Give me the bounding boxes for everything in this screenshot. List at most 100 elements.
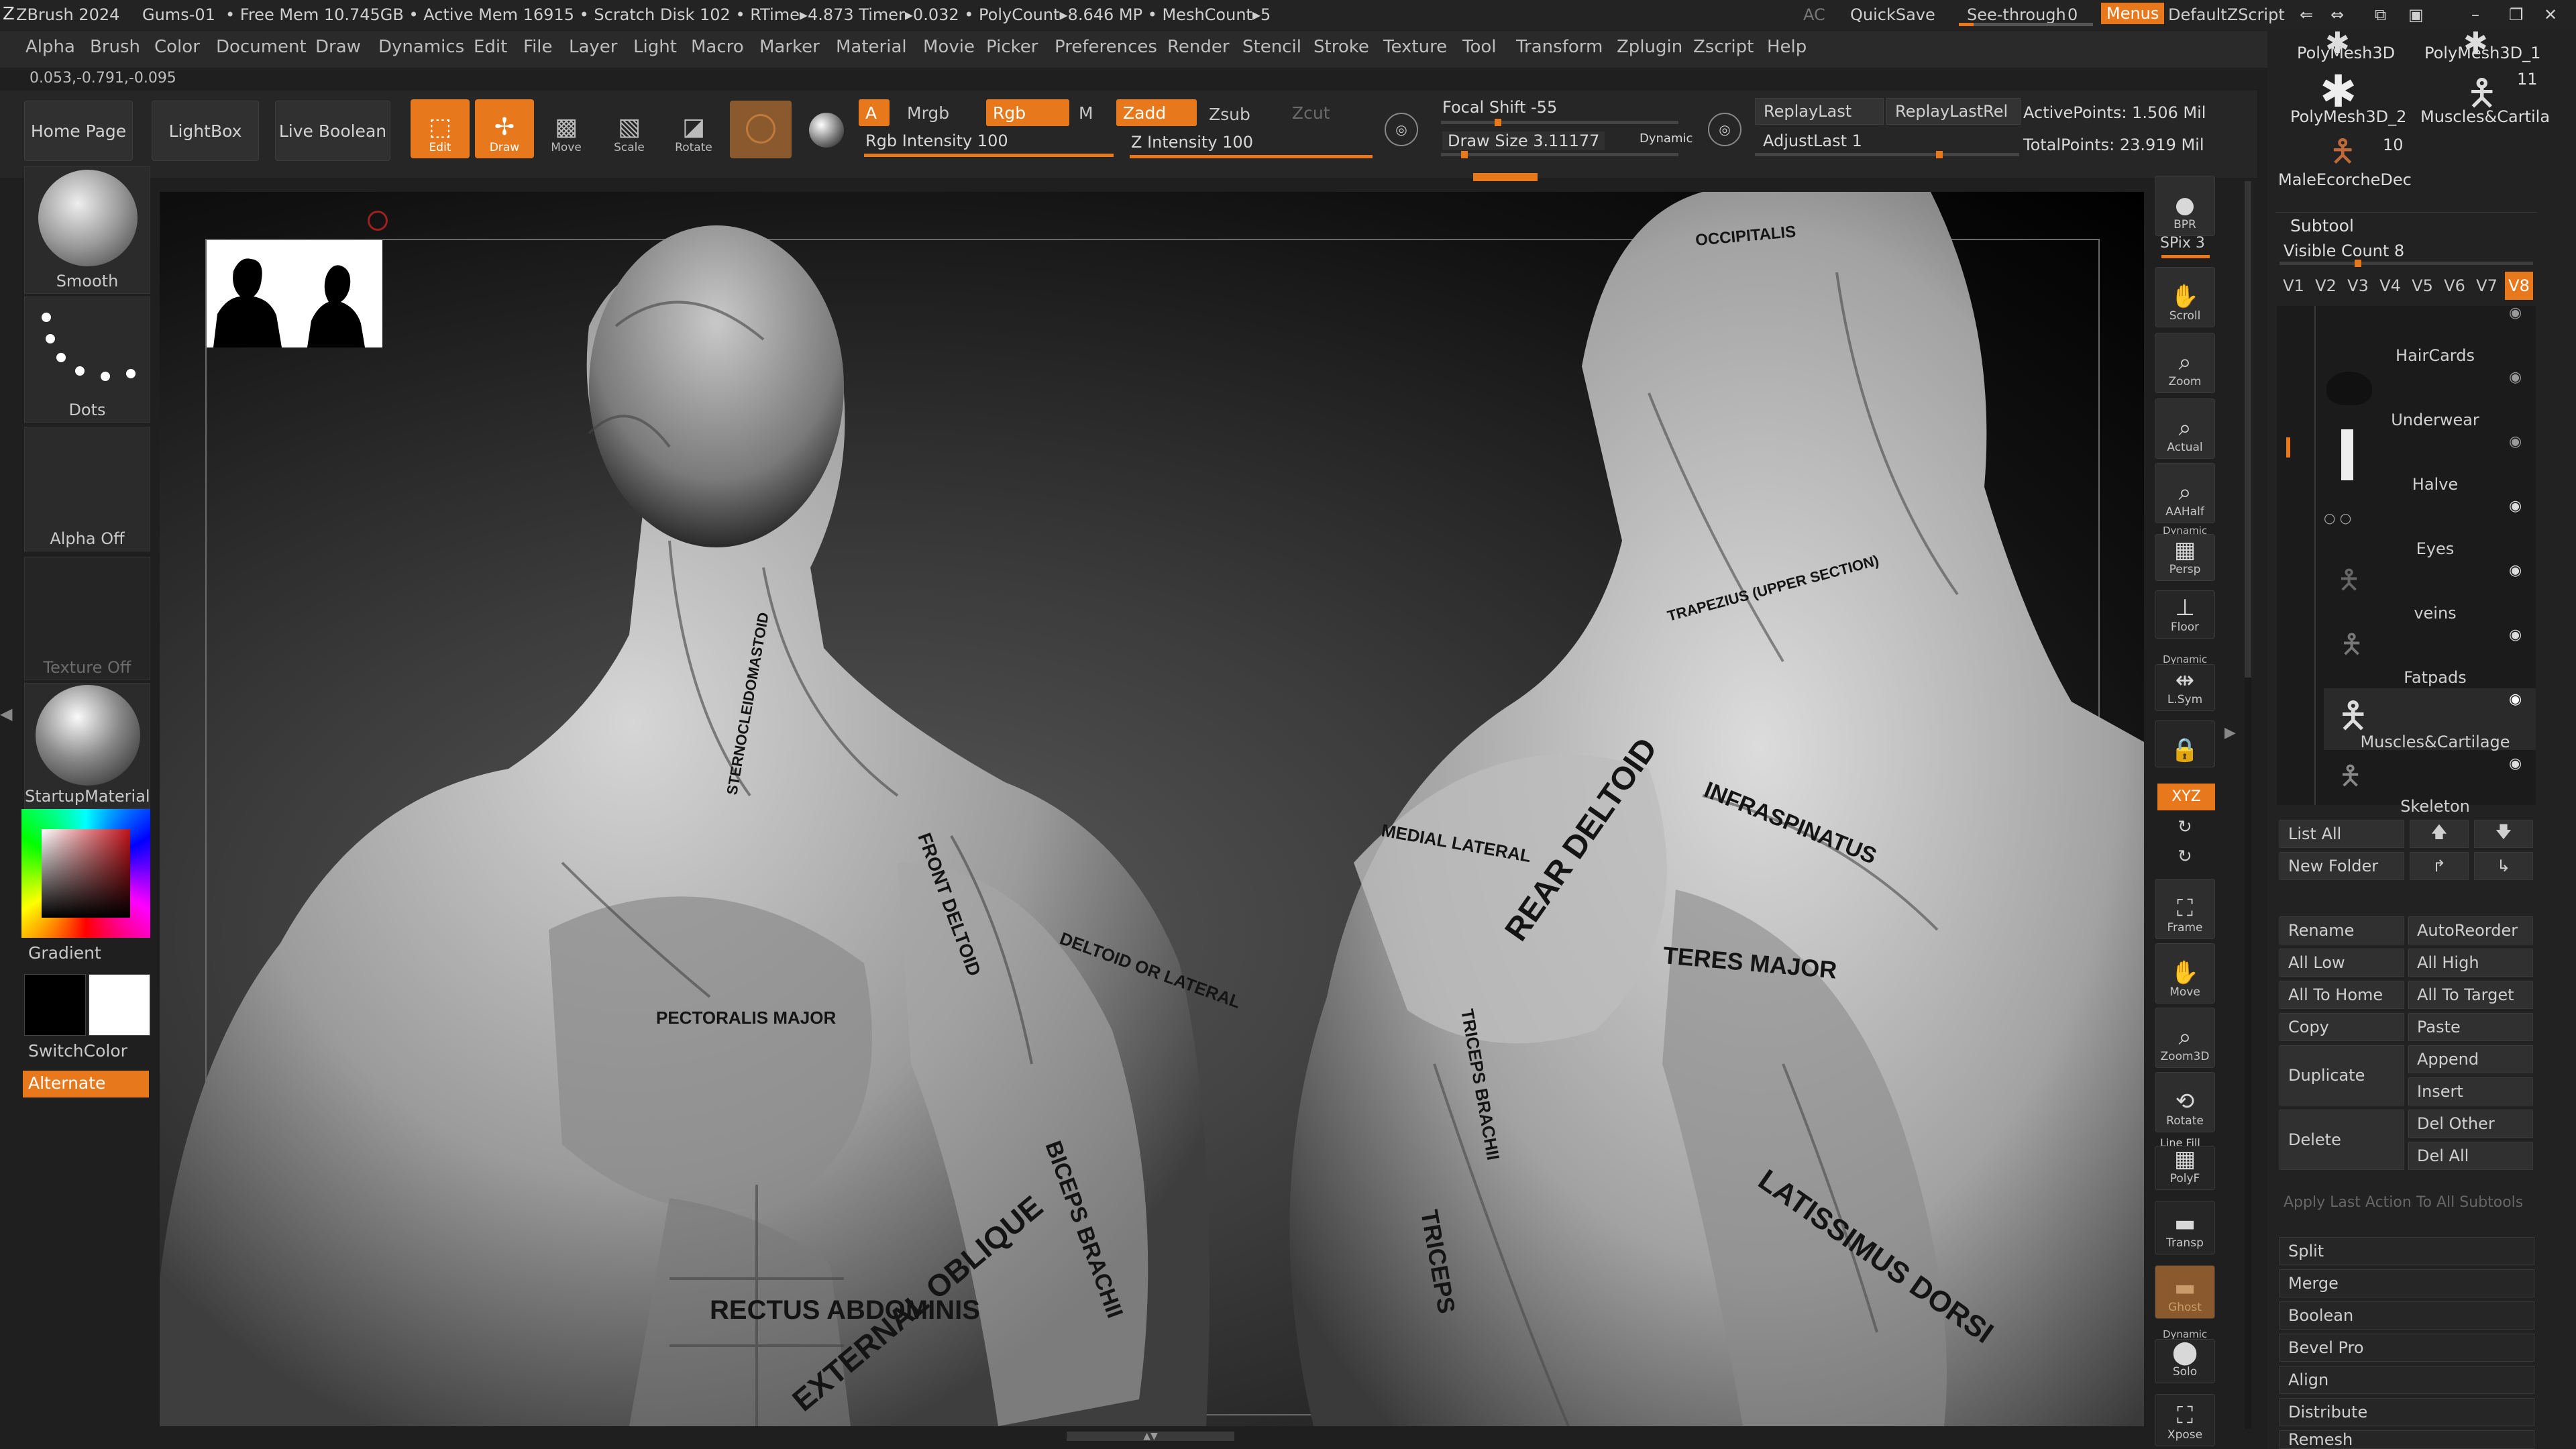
subtool-eyes[interactable]: Eyes: [2348, 539, 2522, 558]
subtool-eye-icon[interactable]: ◉: [2509, 627, 2522, 643]
folder-down-button[interactable]: ↳: [2474, 852, 2533, 880]
gradient-label[interactable]: Gradient: [28, 943, 101, 963]
distribute-menu[interactable]: Distribute: [2279, 1398, 2534, 1426]
xpose-button[interactable]: ⛶ Xpose: [2155, 1394, 2215, 1446]
material-button[interactable]: StartupMaterial: [24, 683, 150, 809]
subtool-eye-icon[interactable]: ◉: [2509, 498, 2522, 515]
tool-thumb-muscles-cartilage[interactable]: 🯅 11 Muscles&Cartila: [2410, 66, 2550, 127]
paste-button[interactable]: Paste: [2408, 1013, 2533, 1041]
quicksave-button[interactable]: QuickSave: [1850, 5, 1935, 24]
zoom-button[interactable]: ⌕ Zoom: [2155, 333, 2215, 393]
menu-zscript[interactable]: Zscript: [1693, 37, 1754, 57]
stroke-dots-button[interactable]: Dots: [24, 297, 150, 423]
menu-zplugin[interactable]: Zplugin: [1617, 37, 1682, 57]
zoom3d-button[interactable]: ⌕ Zoom3D: [2155, 1008, 2215, 1068]
z-intensity-slider[interactable]: [1130, 155, 1373, 158]
visibility-set-v6[interactable]: V6: [2440, 272, 2469, 300]
menu-stencil[interactable]: Stencil: [1242, 37, 1301, 57]
subtool-underwear[interactable]: Underwear: [2348, 411, 2522, 429]
list-all-button[interactable]: List All: [2279, 820, 2404, 848]
replay-last-rel-button[interactable]: ReplayLastRel: [1886, 98, 2021, 125]
scale-button[interactable]: ▧ Scale: [600, 99, 659, 158]
menu-marker[interactable]: Marker: [759, 37, 820, 57]
menu-file[interactable]: File: [523, 37, 553, 57]
replay-last-button[interactable]: ReplayLast: [1755, 98, 1884, 125]
draw-button[interactable]: ✢ Draw: [475, 99, 534, 158]
subtool-eye-icon[interactable]: ◉: [2509, 369, 2522, 386]
menu-alpha[interactable]: Alpha: [25, 37, 75, 57]
home-page-button[interactable]: Home Page: [24, 101, 133, 161]
adjust-last-slider[interactable]: [1755, 151, 2019, 158]
menu-dynamics[interactable]: Dynamics: [378, 37, 464, 57]
all-low-button[interactable]: All Low: [2279, 949, 2404, 977]
copy-button[interactable]: Copy: [2279, 1013, 2404, 1041]
default-zscript-button[interactable]: DefaultZScript: [2168, 5, 2285, 24]
menu-preferences[interactable]: Preferences: [1055, 37, 1157, 57]
del-other-button[interactable]: Del Other: [2408, 1110, 2533, 1138]
subtool-eye-icon[interactable]: ◉: [2509, 691, 2522, 708]
minimize-icon[interactable]: –: [2471, 5, 2479, 24]
switch-color-button[interactable]: SwitchColor: [28, 1041, 127, 1061]
layout-icon[interactable]: ⧉: [2375, 5, 2386, 24]
move-down-button[interactable]: 🡇: [2474, 820, 2533, 848]
menu-draw[interactable]: Draw: [315, 37, 361, 57]
all-to-home-button[interactable]: All To Home: [2279, 981, 2404, 1009]
floor-button[interactable]: ⊥ Floor: [2155, 590, 2215, 639]
visibility-set-v8[interactable]: V8: [2505, 272, 2533, 300]
subtool-skeleton[interactable]: Skeleton: [2348, 797, 2522, 816]
color-sphere-button[interactable]: [798, 101, 853, 158]
menu-document[interactable]: Document: [216, 37, 307, 57]
edit-button[interactable]: ⬚ Edit: [411, 99, 470, 158]
menu-movie[interactable]: Movie: [923, 37, 975, 57]
folder-up-button[interactable]: ↱: [2410, 852, 2469, 880]
apply-last-action-button[interactable]: Apply Last Action To All Subtools: [2284, 1194, 2523, 1211]
right-tray-toggle[interactable]: ▶: [2224, 724, 2238, 765]
visibility-set-v1[interactable]: V1: [2279, 272, 2308, 300]
lock-button[interactable]: 🔒: [2155, 720, 2215, 767]
lsym-button[interactable]: ⇹ L.Sym: [2155, 664, 2215, 711]
smooth-brush-button[interactable]: Smooth: [24, 166, 150, 294]
menu-brush[interactable]: Brush: [90, 37, 140, 57]
pin-icon[interactable]: ⇐: [2300, 5, 2313, 24]
see-through-slider-label[interactable]: See-through: [1967, 5, 2066, 24]
scroll-button[interactable]: ✋ Scroll: [2155, 267, 2215, 327]
auto-reorder-button[interactable]: AutoReorder: [2408, 916, 2533, 945]
visibility-set-v3[interactable]: V3: [2344, 272, 2372, 300]
visibility-set-v4[interactable]: V4: [2376, 272, 2404, 300]
split-menu[interactable]: Split: [2279, 1237, 2534, 1265]
close-icon[interactable]: ✕: [2544, 5, 2557, 24]
alpha-button[interactable]: Alpha Off: [24, 427, 150, 551]
rename-button[interactable]: Rename: [2279, 916, 2404, 945]
menu-transform[interactable]: Transform: [1516, 37, 1603, 57]
rotate-y-icon[interactable]: ↻: [2178, 817, 2192, 837]
duplicate-button[interactable]: Duplicate: [2279, 1045, 2404, 1106]
zadd-toggle[interactable]: Zadd: [1116, 99, 1197, 126]
subtool-list-scroll-indicator[interactable]: [2286, 437, 2290, 458]
menu-stroke[interactable]: Stroke: [1313, 37, 1369, 57]
visibility-set-v2[interactable]: V2: [2312, 272, 2340, 300]
menu-light[interactable]: Light: [633, 37, 677, 57]
color-picker[interactable]: [21, 809, 150, 938]
tool-thumb-polymesh3d[interactable]: ✱ PolyMesh3D: [2275, 26, 2403, 64]
maximize-icon[interactable]: ❐: [2509, 5, 2524, 24]
subtool-muscles-cartilage[interactable]: Muscles&Cartilage: [2348, 733, 2522, 751]
ghost-button[interactable]: ▬ Ghost: [2155, 1265, 2215, 1319]
replay-d-icon[interactable]: ◎: [1708, 113, 1741, 146]
rgb-intensity-slider[interactable]: [864, 154, 1114, 157]
append-button[interactable]: Append: [2408, 1045, 2533, 1073]
del-all-button[interactable]: Del All: [2408, 1142, 2533, 1170]
polyf-button[interactable]: ▦ PolyF: [2155, 1146, 2215, 1190]
subtool-eye-icon[interactable]: ◉: [2509, 755, 2522, 772]
subtool-haircards[interactable]: HairCards: [2348, 346, 2522, 365]
xyz-button[interactable]: XYZ: [2157, 784, 2215, 810]
subtool-veins[interactable]: veins: [2348, 604, 2522, 623]
a-toggle[interactable]: A: [859, 99, 890, 126]
menu-macro[interactable]: Macro: [691, 37, 744, 57]
tool-thumb-polymesh3d-2[interactable]: ✱ PolyMesh3D_2: [2275, 66, 2406, 127]
remesh-menu[interactable]: Remesh: [2279, 1430, 2534, 1449]
subtool-eye-icon[interactable]: ◉: [2509, 562, 2522, 579]
menu-help[interactable]: Help: [1767, 37, 1807, 57]
aahalf-button[interactable]: ⌕ AAHalf: [2155, 463, 2215, 523]
mrgb-toggle[interactable]: Mrgb: [900, 99, 974, 126]
live-boolean-button[interactable]: Live Boolean: [275, 101, 390, 161]
